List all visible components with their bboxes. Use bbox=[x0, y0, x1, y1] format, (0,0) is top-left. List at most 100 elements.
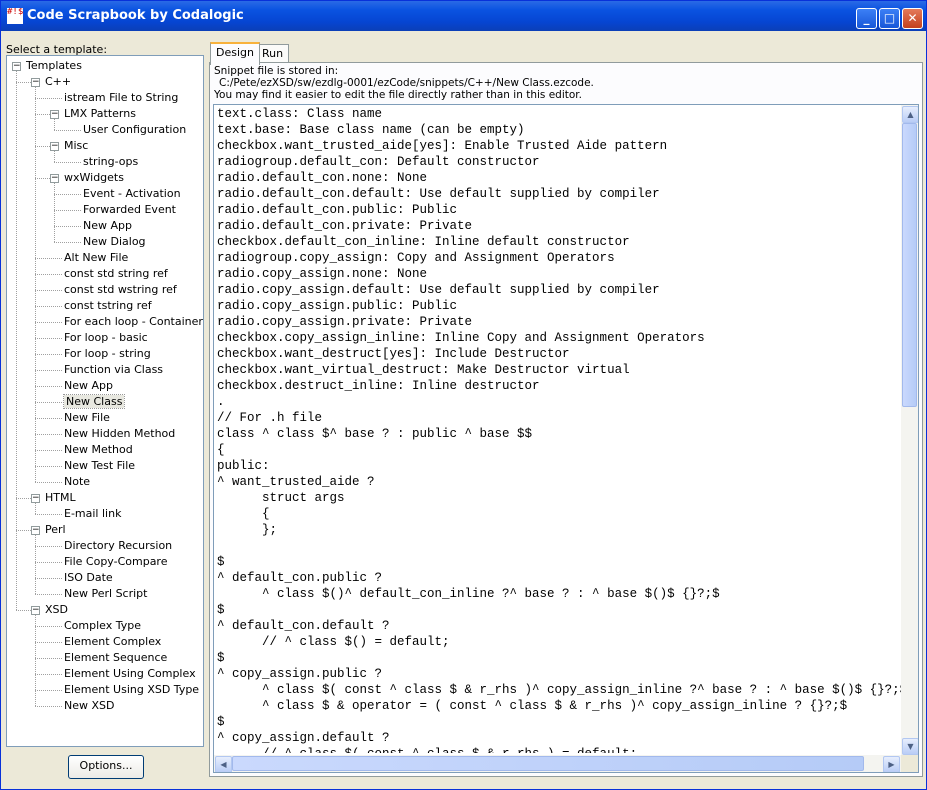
tree-expander-icon[interactable]: − bbox=[31, 78, 40, 87]
tree-connector bbox=[35, 434, 62, 435]
tab-run[interactable]: Run bbox=[256, 44, 290, 63]
tree-item[interactable]: New App bbox=[64, 378, 113, 394]
snippet-info: Snippet file is stored in: C:/Pete/ezXSD… bbox=[214, 65, 594, 101]
tree-item-label: New File bbox=[64, 411, 110, 424]
tree-item[interactable]: HTML bbox=[45, 490, 76, 506]
tree-item[interactable]: Perl bbox=[45, 522, 66, 538]
horizontal-scrollbar[interactable]: ◀ ▶ bbox=[214, 755, 901, 772]
options-button[interactable]: Options... bbox=[68, 755, 144, 779]
tree-item[interactable]: const tstring ref bbox=[64, 298, 152, 314]
tree-connector bbox=[35, 626, 62, 627]
tree-connector bbox=[16, 70, 17, 82]
tree-item[interactable]: New Class bbox=[62, 394, 126, 410]
vertical-scroll-thumb[interactable] bbox=[902, 123, 917, 407]
tree-connector bbox=[35, 706, 62, 707]
tree-item[interactable]: Complex Type bbox=[64, 618, 141, 634]
tree-item[interactable]: Templates bbox=[26, 58, 82, 74]
tab-design[interactable]: Design bbox=[210, 42, 260, 65]
code-line: { bbox=[217, 443, 225, 457]
snippet-info-heading: Snippet file is stored in: bbox=[214, 65, 339, 77]
tree-connector bbox=[35, 658, 36, 674]
tree-item[interactable]: Alt New File bbox=[64, 250, 128, 266]
tree-item[interactable]: wxWidgets bbox=[64, 170, 124, 186]
tree-item[interactable]: New Method bbox=[64, 442, 133, 458]
tree-item[interactable]: Element Complex bbox=[64, 634, 161, 650]
tree-item[interactable]: New XSD bbox=[64, 698, 114, 714]
tree-connector bbox=[35, 626, 36, 642]
tree-item[interactable]: New Hidden Method bbox=[64, 426, 175, 442]
tree-item[interactable]: For loop - basic bbox=[64, 330, 148, 346]
tree-item[interactable]: Misc bbox=[64, 138, 88, 154]
tree-item[interactable]: New Dialog bbox=[83, 234, 146, 250]
tree-item[interactable]: Forwarded Event bbox=[83, 202, 176, 218]
tree-connector bbox=[35, 274, 36, 290]
tree-expander-icon[interactable]: − bbox=[50, 174, 59, 183]
close-button[interactable]: ✕ bbox=[902, 8, 923, 29]
code-line: radio.copy_assign.private: Private bbox=[217, 315, 473, 329]
tree-item[interactable]: Element Using XSD Type bbox=[64, 682, 199, 698]
tree-item[interactable]: XSD bbox=[45, 602, 68, 618]
tree-item[interactable]: Event - Activation bbox=[83, 186, 181, 202]
tree-item[interactable]: Note bbox=[64, 474, 90, 490]
code-line: checkbox.want_virtual_destruct: Make Des… bbox=[217, 363, 630, 377]
tree-item[interactable]: C++ bbox=[45, 74, 71, 90]
tree-item[interactable]: Element Using Complex bbox=[64, 666, 196, 682]
scroll-right-icon[interactable]: ▶ bbox=[883, 756, 900, 772]
tree-item[interactable]: Function via Class bbox=[64, 362, 163, 378]
tree-connector bbox=[35, 578, 62, 579]
tree-item[interactable]: New App bbox=[83, 218, 132, 234]
horizontal-scroll-thumb[interactable] bbox=[232, 756, 864, 771]
tree-connector bbox=[35, 418, 62, 419]
minimize-button[interactable]: _ bbox=[856, 8, 877, 29]
tree-item[interactable]: istream File to String bbox=[64, 90, 178, 106]
tree-item[interactable]: New File bbox=[64, 410, 110, 426]
tree-item[interactable]: User Configuration bbox=[83, 122, 186, 138]
tree-expander-icon[interactable]: − bbox=[50, 142, 59, 151]
maximize-button[interactable]: □ bbox=[879, 8, 900, 29]
scroll-up-icon[interactable]: ▲ bbox=[902, 106, 918, 123]
tree-connector bbox=[35, 370, 62, 371]
tree-connector bbox=[16, 498, 17, 530]
tree-expander-icon[interactable]: − bbox=[31, 606, 40, 615]
tree-connector bbox=[16, 530, 17, 610]
tree-item[interactable]: const std string ref bbox=[64, 266, 168, 282]
code-editor[interactable]: text.class: Class name text.base: Base cl… bbox=[213, 104, 919, 773]
snippet-info-note: You may find it easier to edit the file … bbox=[214, 89, 582, 101]
tree-item[interactable]: LMX Patterns bbox=[64, 106, 136, 122]
scroll-left-icon[interactable]: ◀ bbox=[215, 756, 232, 772]
tree-item[interactable]: For loop - string bbox=[64, 346, 151, 362]
tree-item-label: HTML bbox=[45, 491, 76, 504]
code-line: // ^ class $( const ^ class $ & r_rhs ) … bbox=[217, 746, 902, 753]
tree-item[interactable]: E-mail link bbox=[64, 506, 121, 522]
tree-connector bbox=[35, 466, 62, 467]
tree-item[interactable]: New Test File bbox=[64, 458, 135, 474]
tree-connector bbox=[54, 226, 81, 227]
code-line: }; bbox=[217, 523, 278, 537]
title-bar[interactable]: #!$% Code Scrapbook by Codalogic _ □ ✕ bbox=[1, 1, 926, 31]
code-line: radio.copy_assign.public: Public bbox=[217, 299, 458, 313]
tree-expander-icon[interactable]: − bbox=[12, 62, 21, 71]
tree-item-label: User Configuration bbox=[83, 123, 187, 136]
tree-item[interactable]: For each loop - Container bbox=[64, 314, 203, 330]
template-tree[interactable]: − Templates − C++ istream File to String − LMX… bbox=[6, 55, 204, 747]
tree-connector bbox=[35, 386, 36, 402]
tree-connector bbox=[35, 306, 36, 322]
tree-item[interactable]: Element Sequence bbox=[64, 650, 167, 666]
tree-expander-icon[interactable]: − bbox=[31, 494, 40, 503]
code-line: radio.copy_assign.none: None bbox=[217, 267, 428, 281]
tree-item[interactable]: File Copy-Compare bbox=[64, 554, 167, 570]
tree-item[interactable]: New Perl Script bbox=[64, 586, 147, 602]
code-line: radio.default_con.private: Private bbox=[217, 219, 473, 233]
code-text-area[interactable]: text.class: Class name text.base: Base cl… bbox=[217, 106, 902, 753]
tree-item-label: Perl bbox=[45, 523, 66, 536]
tree-item-label: For loop - string bbox=[64, 347, 151, 360]
vertical-scrollbar[interactable]: ▲ ▼ bbox=[901, 105, 918, 755]
tree-expander-icon[interactable]: − bbox=[50, 110, 59, 119]
tree-item[interactable]: const std wstring ref bbox=[64, 282, 177, 298]
code-line: // ^ class $() = default; bbox=[217, 635, 450, 649]
tree-item[interactable]: string-ops bbox=[83, 154, 138, 170]
scroll-down-icon[interactable]: ▼ bbox=[902, 738, 918, 755]
tree-item[interactable]: ISO Date bbox=[64, 570, 113, 586]
tree-expander-icon[interactable]: − bbox=[31, 526, 40, 535]
tree-item[interactable]: Directory Recursion bbox=[64, 538, 172, 554]
